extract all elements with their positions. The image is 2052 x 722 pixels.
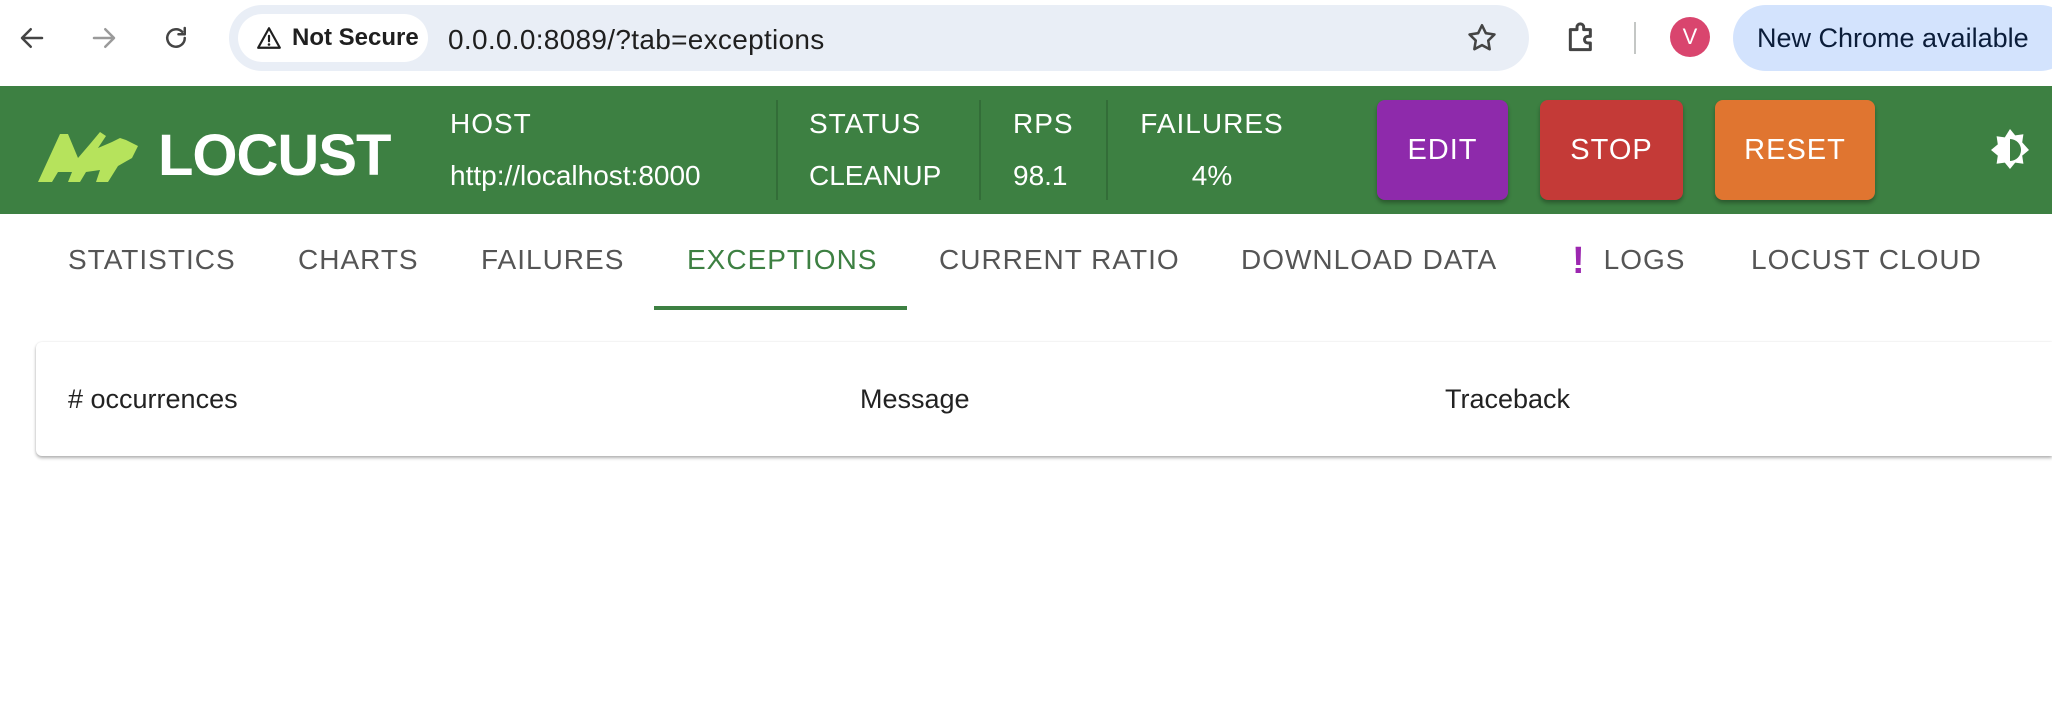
header-divider [776, 100, 778, 200]
tab-exceptions[interactable]: EXCEPTIONS [687, 244, 877, 276]
forward-arrow-icon [92, 28, 116, 48]
status-label: STATUS [809, 108, 922, 139]
logo-text: LOCUST [158, 123, 391, 188]
security-chip[interactable]: Not Secure [238, 14, 428, 62]
exclamation-icon: ! [1572, 240, 1586, 282]
locust-logo-icon [38, 131, 138, 182]
profile-avatar[interactable]: V [1670, 17, 1710, 57]
toolbar-divider [1634, 22, 1636, 54]
locust-logo[interactable]: LOCUST [34, 122, 391, 189]
failures-label: FAILURES [1140, 108, 1284, 139]
address-bar[interactable]: Not Secure 0.0.0.0:8089/?tab=exceptions [229, 5, 1529, 71]
column-header-traceback[interactable]: Traceback [1445, 384, 1570, 415]
exceptions-table: # occurrences Message Traceback [36, 342, 2052, 456]
failures-value: 4% [1191, 160, 1233, 191]
security-label: Not Secure [292, 24, 419, 51]
host-label: HOST [450, 108, 532, 139]
tab-bar: STATISTICS CHARTS FAILURES EXCEPTIONS CU… [0, 214, 2052, 310]
chrome-update-button[interactable]: New Chrome available [1733, 5, 2052, 71]
header-divider [979, 100, 981, 200]
forward-button[interactable] [84, 18, 124, 58]
rps-stat: RPS 98.1 [1013, 108, 1074, 192]
reload-button[interactable] [156, 18, 196, 58]
tab-current-ratio[interactable]: CURRENT RATIO [939, 244, 1180, 276]
rps-label: RPS [1013, 108, 1074, 139]
back-button[interactable] [12, 18, 52, 58]
bookmark-star-icon[interactable] [1465, 21, 1499, 60]
warning-triangle-icon [257, 27, 281, 49]
tab-statistics[interactable]: STATISTICS [68, 244, 236, 276]
theme-toggle-icon[interactable] [1986, 126, 2034, 179]
rps-value: 98.1 [1013, 160, 1068, 191]
tab-download-data[interactable]: DOWNLOAD DATA [1241, 244, 1497, 276]
tab-failures[interactable]: FAILURES [481, 244, 624, 276]
column-header-occurrences[interactable]: # occurrences [68, 384, 238, 415]
failures-stat: FAILURES 4% [1139, 108, 1285, 192]
edit-button[interactable]: EDIT [1377, 100, 1508, 200]
browser-toolbar: Not Secure 0.0.0.0:8089/?tab=exceptions … [0, 0, 2052, 86]
header-divider [1106, 100, 1108, 200]
host-stat: HOST http://localhost:8000 [450, 108, 701, 192]
tab-logs[interactable]: ! LOGS [1572, 236, 1686, 282]
status-value: CLEANUP [809, 160, 942, 191]
reset-button[interactable]: RESET [1715, 100, 1875, 200]
tab-logs-label: LOGS [1603, 244, 1686, 275]
status-stat: STATUS CLEANUP [809, 108, 941, 192]
tab-locust-cloud[interactable]: LOCUST CLOUD [1751, 244, 1982, 276]
url-text[interactable]: 0.0.0.0:8089/?tab=exceptions [448, 24, 825, 56]
stop-button[interactable]: STOP [1540, 100, 1683, 200]
locust-header: LOCUST HOST http://localhost:8000 STATUS… [0, 86, 2052, 214]
reload-icon [166, 26, 186, 48]
back-arrow-icon [20, 28, 44, 48]
extensions-puzzle-icon[interactable] [1562, 18, 1602, 63]
active-tab-indicator [654, 306, 907, 310]
host-value: http://localhost:8000 [450, 160, 701, 191]
tab-charts[interactable]: CHARTS [298, 244, 419, 276]
column-header-message[interactable]: Message [860, 384, 970, 415]
